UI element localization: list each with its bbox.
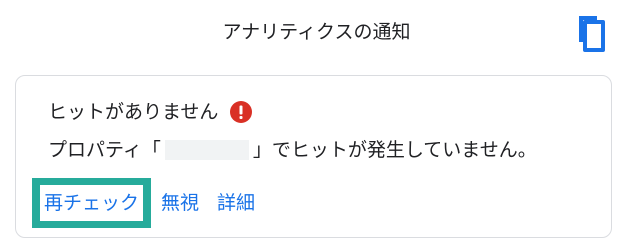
notification-card: ヒットがありません プロパティ「 」でヒットが発生していません。 再チェック 無… <box>15 75 612 238</box>
recheck-link[interactable]: 再チェック <box>44 189 139 217</box>
actions-row: 再チェック 無視 詳細 <box>32 178 273 228</box>
redacted-property-name <box>164 140 249 160</box>
card-title: ヒットがありません <box>48 101 219 123</box>
message-suffix: 」でヒットが発生していません。 <box>252 139 537 161</box>
message-text: プロパティ「 」でヒットが発生していません。 <box>48 136 537 164</box>
message-prefix: プロパティ「 <box>48 139 161 161</box>
card-title-row: ヒットがありません <box>48 98 253 126</box>
recheck-inner: 再チェック <box>40 185 144 221</box>
recheck-highlight: 再チェック <box>32 178 152 228</box>
error-icon <box>230 101 253 123</box>
copy-icon[interactable] <box>571 12 607 52</box>
details-link[interactable]: 詳細 <box>217 189 255 217</box>
ignore-link[interactable]: 無視 <box>161 189 199 217</box>
header-title: アナリティクスの通知 <box>222 21 411 43</box>
